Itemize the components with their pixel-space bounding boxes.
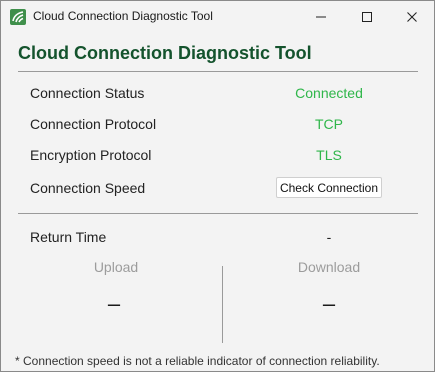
- connection-status-label: Connection Status: [30, 85, 145, 101]
- connection-speed-label: Connection Speed: [30, 180, 146, 196]
- header-divider: [18, 71, 418, 72]
- return-time-value: -: [326, 229, 332, 245]
- maximize-icon: [362, 12, 372, 22]
- upload-label: Upload: [93, 259, 139, 275]
- page-title: Cloud Connection Diagnostic Tool: [18, 43, 312, 63]
- close-button[interactable]: [389, 1, 435, 33]
- return-time-label: Return Time: [30, 229, 107, 245]
- column-divider: [222, 266, 223, 343]
- connection-status-value: Connected: [295, 85, 363, 101]
- section-divider: [18, 213, 418, 214]
- footnote: * Connection speed is not a reliable ind…: [15, 354, 380, 368]
- connection-protocol-label: Connection Protocol: [30, 116, 157, 132]
- download-value: –: [322, 291, 336, 316]
- encryption-protocol-value: TLS: [316, 147, 342, 163]
- minimize-icon: [316, 16, 326, 18]
- download-label: Download: [297, 259, 361, 275]
- app-logo-icon: [10, 9, 26, 25]
- title-bar[interactable]: Cloud Connection Diagnostic Tool: [1, 1, 434, 33]
- app-window: Cloud Connection Diagnostic Tool Cloud C…: [0, 0, 435, 372]
- window-title: Cloud Connection Diagnostic Tool: [33, 9, 213, 23]
- encryption-protocol-label: Encryption Protocol: [30, 147, 152, 163]
- upload-value: –: [107, 291, 121, 316]
- close-icon: [407, 12, 417, 22]
- minimize-button[interactable]: [298, 1, 344, 33]
- check-connection-button[interactable]: Check Connection: [276, 177, 382, 198]
- connection-protocol-value: TCP: [315, 116, 343, 132]
- maximize-button[interactable]: [344, 1, 390, 33]
